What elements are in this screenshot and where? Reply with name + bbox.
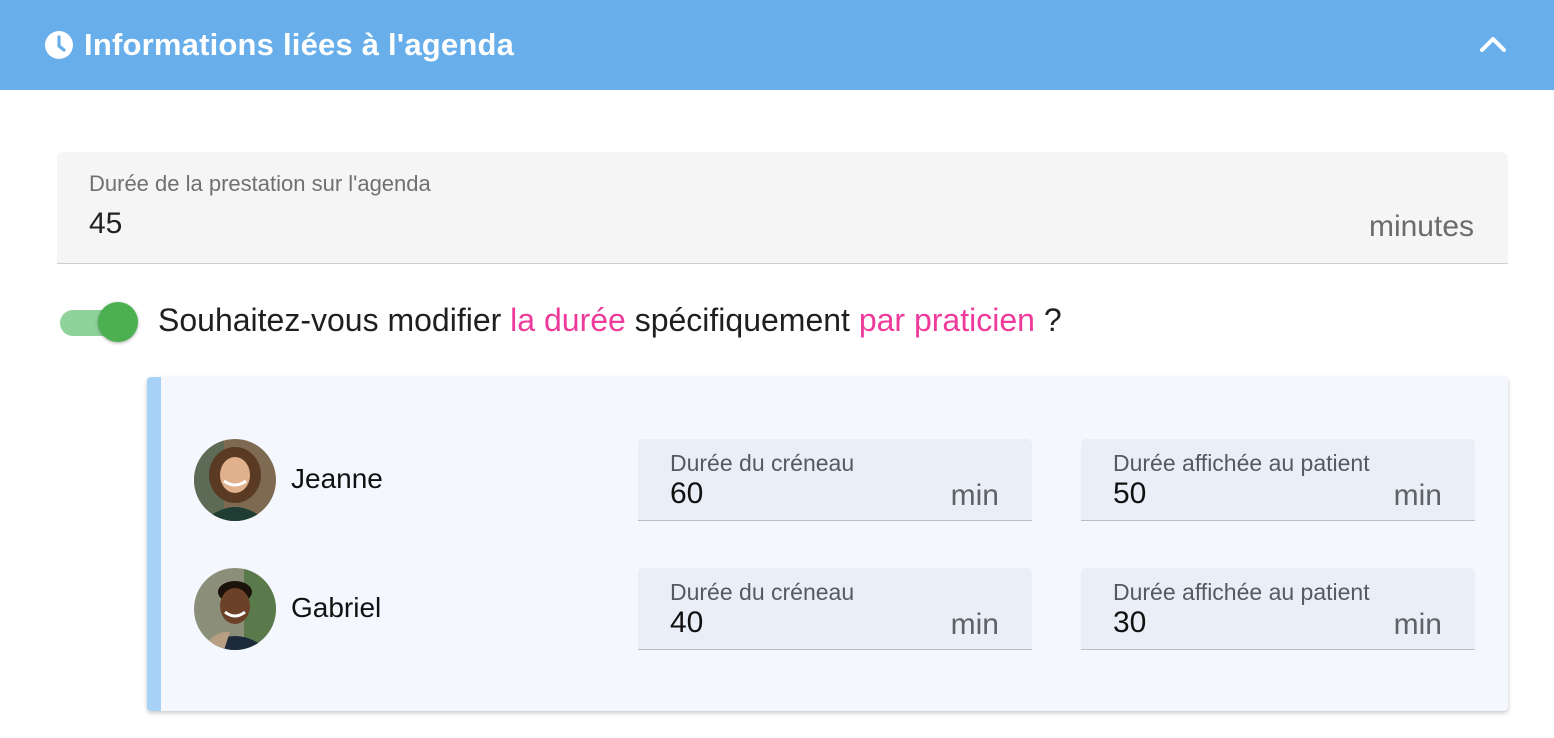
slot-duration-field[interactable]: Durée du créneau min xyxy=(638,568,1032,650)
chevron-up-icon[interactable] xyxy=(1476,28,1510,62)
displayed-duration-field[interactable]: Durée affichée au patient min xyxy=(1081,568,1475,650)
per-practitioner-question: Souhaitez-vous modifier la durée spécifi… xyxy=(158,302,1062,339)
avatar xyxy=(194,568,276,650)
displayed-duration-label: Durée affichée au patient xyxy=(1113,450,1370,476)
slot-duration-field[interactable]: Durée du créneau min xyxy=(638,439,1032,521)
toggle-knob xyxy=(98,302,138,342)
duration-suffix: minutes xyxy=(1368,210,1474,243)
displayed-duration-suffix: min xyxy=(1393,608,1442,641)
duration-field[interactable]: Durée de la prestation sur l'agenda minu… xyxy=(57,152,1508,264)
question-highlight-practitioner: par praticien xyxy=(858,302,1035,338)
clock-icon xyxy=(44,30,74,60)
slot-duration-label: Durée du créneau xyxy=(670,450,855,476)
displayed-duration-input[interactable] xyxy=(1113,606,1313,640)
question-prefix: Souhaitez-vous modifier xyxy=(158,302,511,338)
question-middle: spécifiquement xyxy=(625,302,859,338)
per-practitioner-toggle[interactable] xyxy=(60,302,138,342)
section-title: Informations liées à l'agenda xyxy=(84,27,515,62)
displayed-duration-suffix: min xyxy=(1393,479,1442,512)
duration-input[interactable] xyxy=(89,207,489,241)
slot-duration-suffix: min xyxy=(950,608,999,641)
slot-duration-suffix: min xyxy=(950,479,999,512)
practitioner-name: Gabriel xyxy=(291,592,382,623)
displayed-duration-input[interactable] xyxy=(1113,477,1313,511)
displayed-duration-field[interactable]: Durée affichée au patient min xyxy=(1081,439,1475,521)
question-suffix: ? xyxy=(1034,302,1062,338)
duration-label: Durée de la prestation sur l'agenda xyxy=(89,171,431,196)
practitioner-row: Gabriel Durée du créneau min Durée affic… xyxy=(161,568,1508,650)
practitioner-row: Jeanne Durée du créneau min Durée affich… xyxy=(161,439,1508,521)
practitioner-name: Jeanne xyxy=(291,463,383,494)
question-highlight-duration: la durée xyxy=(510,302,626,338)
slot-duration-input[interactable] xyxy=(670,606,870,640)
displayed-duration-label: Durée affichée au patient xyxy=(1113,579,1370,605)
slot-duration-input[interactable] xyxy=(670,477,870,511)
section-header[interactable]: Informations liées à l'agenda xyxy=(0,0,1554,90)
avatar xyxy=(194,439,276,521)
slot-duration-label: Durée du créneau xyxy=(670,579,855,605)
practitioner-durations-card: Jeanne Durée du créneau min Durée affich… xyxy=(147,377,1508,711)
